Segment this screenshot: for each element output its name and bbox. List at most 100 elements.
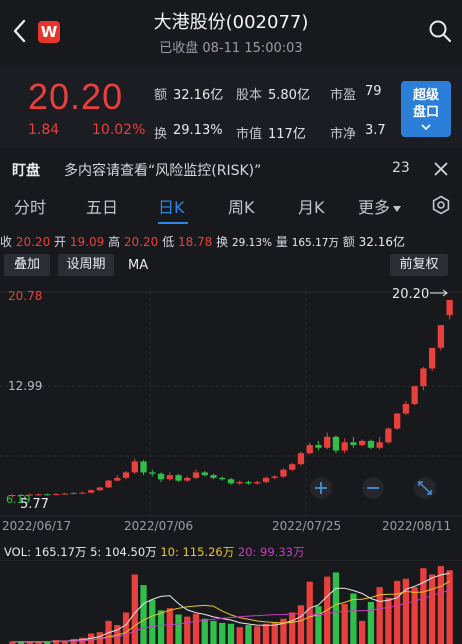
candle-body <box>394 413 401 429</box>
tab-monthly-k[interactable]: 月K <box>298 194 325 218</box>
candle <box>306 442 313 455</box>
vol-legend-ma10: 10: 115.26万 <box>160 545 235 559</box>
candle-body <box>175 475 182 481</box>
expand-icon[interactable] <box>414 477 436 499</box>
candle-body <box>52 494 60 496</box>
volume-bar <box>367 601 375 644</box>
volume-bar <box>262 623 270 644</box>
candle <box>420 367 427 391</box>
search-icon[interactable] <box>428 19 452 43</box>
volume-bar <box>306 581 313 644</box>
volume-bar <box>175 614 182 644</box>
forward-adjust-button[interactable]: 前复权 <box>390 254 448 276</box>
candle <box>385 427 392 444</box>
tab-five-day[interactable]: 五日 <box>86 194 118 218</box>
candle <box>175 473 182 482</box>
candle-body <box>105 480 112 488</box>
candle-body <box>367 440 375 448</box>
volume-bar <box>394 580 401 644</box>
candle-body <box>131 461 138 473</box>
candle <box>271 475 278 480</box>
candle <box>350 436 357 448</box>
close-icon[interactable] <box>432 160 450 178</box>
candle <box>254 480 261 485</box>
candle-body <box>297 453 305 465</box>
gear-icon[interactable] <box>431 195 451 215</box>
volume-bar <box>420 568 427 644</box>
candle <box>245 480 252 485</box>
last-price: 20.20 <box>28 76 124 117</box>
candle <box>236 480 243 485</box>
candle <box>61 492 68 495</box>
volume-value: 165.17万 <box>291 237 339 249</box>
volume-bar <box>140 585 147 644</box>
notice-text[interactable]: 多内容请查看“风险监控(RISK)” <box>64 160 261 180</box>
ma-indicator-label[interactable]: MA <box>128 258 148 273</box>
tab-weekly-k[interactable]: 周K <box>228 194 255 218</box>
candle-body <box>79 492 86 494</box>
volume-bar <box>428 574 436 644</box>
volume-label: 量 <box>275 235 288 249</box>
turnover-value: 29.13% <box>173 123 223 138</box>
volume-bar <box>122 612 130 644</box>
watch-tag: 盯盘 <box>12 163 40 179</box>
candle <box>376 436 383 450</box>
candle-body <box>166 475 173 480</box>
zoom-in-icon[interactable] <box>310 477 332 499</box>
set-period-button[interactable]: 设周期 <box>58 254 114 276</box>
stock-title: 大港股份(002077) <box>153 12 309 33</box>
tab-daily-k[interactable]: 日K <box>158 194 185 218</box>
kline-chart[interactable]: 20.78 12.99 6.19 5.77 20.20 2022/06/17 2… <box>0 280 462 544</box>
candle-body <box>70 492 77 494</box>
turnover-value: 29.13% <box>231 237 273 249</box>
amount-label: 额 <box>154 88 168 103</box>
volume-bar <box>192 613 200 644</box>
volume-bar <box>227 623 235 644</box>
candle <box>219 476 226 481</box>
tab-more[interactable]: 更多 <box>358 194 402 218</box>
candle <box>227 477 235 485</box>
candle-body <box>262 477 270 482</box>
tab-intraday[interactable]: 分时 <box>14 194 46 218</box>
candle-body <box>157 473 165 480</box>
candle-body <box>271 476 278 478</box>
tab-more-label: 更多 <box>358 198 391 217</box>
volume-chart[interactable] <box>0 560 462 644</box>
volume-bar <box>411 587 418 644</box>
low-value: 18.78 <box>177 235 213 249</box>
capital-label: 股本 <box>236 88 263 103</box>
open-value: 19.09 <box>69 235 105 249</box>
high-label: 高 <box>108 235 121 249</box>
candle <box>367 439 375 450</box>
x-label-mid1: 2022/07/06 <box>124 519 193 533</box>
super-order-book-line1: 超级 <box>412 88 439 103</box>
candle-body <box>44 494 51 496</box>
turnover-label: 换 <box>154 127 168 142</box>
volume-bar <box>210 620 217 644</box>
candle <box>157 472 165 482</box>
volume-bar <box>289 612 296 644</box>
candle <box>446 299 453 320</box>
candle <box>114 475 121 482</box>
super-order-book-line2: 盘口 <box>412 105 439 120</box>
close-value: 20.20 <box>15 235 51 249</box>
candle <box>122 471 130 480</box>
volume-bar <box>332 572 340 644</box>
volume-bar <box>359 620 366 644</box>
candle-body <box>227 479 235 484</box>
volume-legend: VOL: 165.17万 5: 104.50万 10: 115.26万 20: … <box>4 544 462 560</box>
candle-body <box>350 442 357 446</box>
candle <box>87 489 95 494</box>
overlay-button[interactable]: 叠加 <box>4 254 50 276</box>
low-price-marker: 5.77 <box>20 497 49 512</box>
candle-body <box>192 472 200 478</box>
pe-label: 市盈 <box>330 88 357 103</box>
candle-body <box>385 428 392 443</box>
y-mid-label: 12.99 <box>8 379 42 393</box>
market-cap-label: 市值 <box>236 127 263 142</box>
zoom-out-icon[interactable] <box>362 477 384 499</box>
candle <box>201 471 208 477</box>
pb-value: 3.7 <box>365 123 386 138</box>
super-order-book-button[interactable]: 超级 盘口 <box>401 81 451 137</box>
amount-value: 32.16亿 <box>173 88 224 103</box>
